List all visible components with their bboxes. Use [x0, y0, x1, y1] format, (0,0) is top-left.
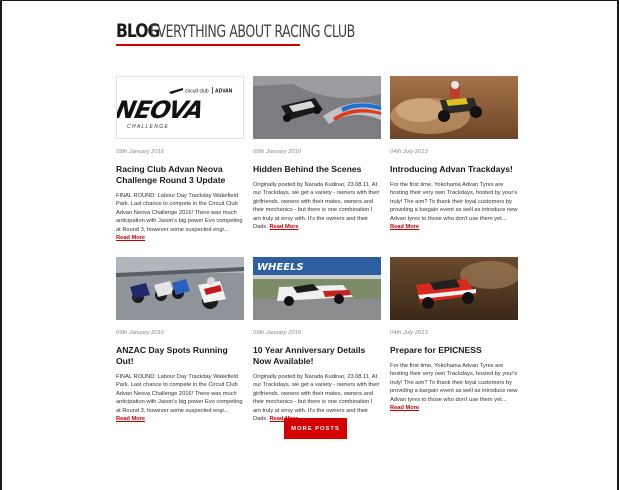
post-date: 09th January 2016: [253, 330, 302, 336]
post-title[interactable]: 10 Year Anniversary Details Now Availabl…: [253, 345, 381, 367]
post-date: 09th January 2016: [116, 149, 165, 155]
post-card: 09th January 2016 Hidden Behind the Scen…: [253, 76, 381, 231]
post-excerpt-text: For the first time, Yokohama Advan Tyres…: [390, 182, 518, 222]
quad-bike-dirt-image: [390, 76, 518, 139]
logo-brand-left: circuit club: [185, 89, 209, 95]
rally-car-image: [390, 257, 518, 320]
read-more-link[interactable]: Read More: [390, 405, 419, 411]
post-excerpt: FINAL ROUND: Labour Day Trackday Wakefie…: [116, 373, 244, 423]
post-excerpt: Originally posted by Narada Kudinar, 23.…: [253, 181, 381, 231]
race-car-track-image: [253, 76, 381, 139]
post-excerpt-text: Originally posted by Narada Kudinar, 23.…: [253, 182, 380, 231]
page-title: BLOG EVERYTHING ABOUT RACING CLUB: [116, 20, 427, 42]
read-more-link[interactable]: Read More: [390, 224, 419, 230]
advan-neova-logo: circuit club ADVAN NEOVA C H A L L E N G…: [117, 87, 233, 130]
motorbikes-track-image: [116, 257, 244, 320]
logo-wordmark: NEOVA: [117, 95, 206, 124]
post-thumbnail[interactable]: [390, 257, 518, 320]
post-excerpt: For the first time, Yokohama Advan Tyres…: [390, 362, 518, 412]
post-title[interactable]: Racing Club Advan Neova Challenge Round …: [116, 164, 244, 186]
post-card: 04th July 2013 Prepare for EPICNESS For …: [390, 257, 518, 412]
post-excerpt: Originally posted by Narada Kudinar, 23.…: [253, 373, 381, 423]
post-thumbnail[interactable]: [390, 76, 518, 139]
title-underline: [116, 44, 300, 46]
porsche-race-car-image: WHEELS: [253, 257, 381, 320]
post-title[interactable]: Prepare for EPICNESS: [390, 345, 518, 356]
post-card: circuit club ADVAN NEOVA C H A L L E N G…: [116, 76, 244, 242]
post-thumbnail[interactable]: WHEELS: [253, 257, 381, 320]
post-excerpt: For the first time, Yokohama Advan Tyres…: [390, 181, 518, 231]
post-excerpt-text: Originally posted by Narada Kudinar, 23.…: [253, 374, 380, 423]
post-excerpt-text: FINAL ROUND: Labour Day Trackday Wakefie…: [116, 193, 243, 233]
post-date: 04th July 2013: [390, 330, 428, 336]
post-thumbnail[interactable]: [253, 76, 381, 139]
post-title[interactable]: ANZAC Day Spots Running Out!: [116, 345, 244, 367]
more-posts-button[interactable]: MORE POSTS: [284, 418, 347, 439]
read-more-link[interactable]: Read More: [116, 235, 145, 241]
post-excerpt: FINAL ROUND: Labour Day Trackday Wakefie…: [116, 192, 244, 242]
post-date: 09th January 2016: [253, 149, 302, 155]
logo-brand-right: ADVAN: [215, 89, 233, 95]
logo-subtitle: C H A L L E N G E: [127, 124, 169, 130]
post-date: 09th January 2016: [116, 330, 165, 336]
frame-left-border: [0, 0, 2, 490]
read-more-link[interactable]: Read More: [269, 224, 298, 230]
blog-header: BLOG EVERYTHING ABOUT RACING CLUB: [116, 20, 427, 46]
post-title[interactable]: Introducing Advan Trackdays!: [390, 164, 518, 175]
thumb-banner-text: WHEELS: [257, 262, 304, 273]
frame-top-border: [0, 0, 619, 1]
post-thumbnail-logo[interactable]: circuit club ADVAN NEOVA C H A L L E N G…: [116, 76, 244, 139]
post-card: 04th July 2013 Introducing Advan Trackda…: [390, 76, 518, 231]
post-thumbnail[interactable]: [116, 257, 244, 320]
page-title-strong: BLOG: [116, 20, 160, 42]
post-card: WHEELS 09th January 2016 10 Year Anniver…: [253, 257, 381, 423]
page-title-light: EVERYTHING ABOUT RACING CLUB: [150, 22, 355, 42]
post-excerpt-text: FINAL ROUND: Labour Day Trackday Wakefie…: [116, 374, 243, 414]
read-more-link[interactable]: Read More: [116, 416, 145, 422]
post-card: 09th January 2016 ANZAC Day Spots Runnin…: [116, 257, 244, 423]
post-date: 04th July 2013: [390, 149, 428, 155]
post-title[interactable]: Hidden Behind the Scenes: [253, 164, 381, 175]
post-excerpt-text: For the first time, Yokohama Advan Tyres…: [390, 363, 518, 403]
